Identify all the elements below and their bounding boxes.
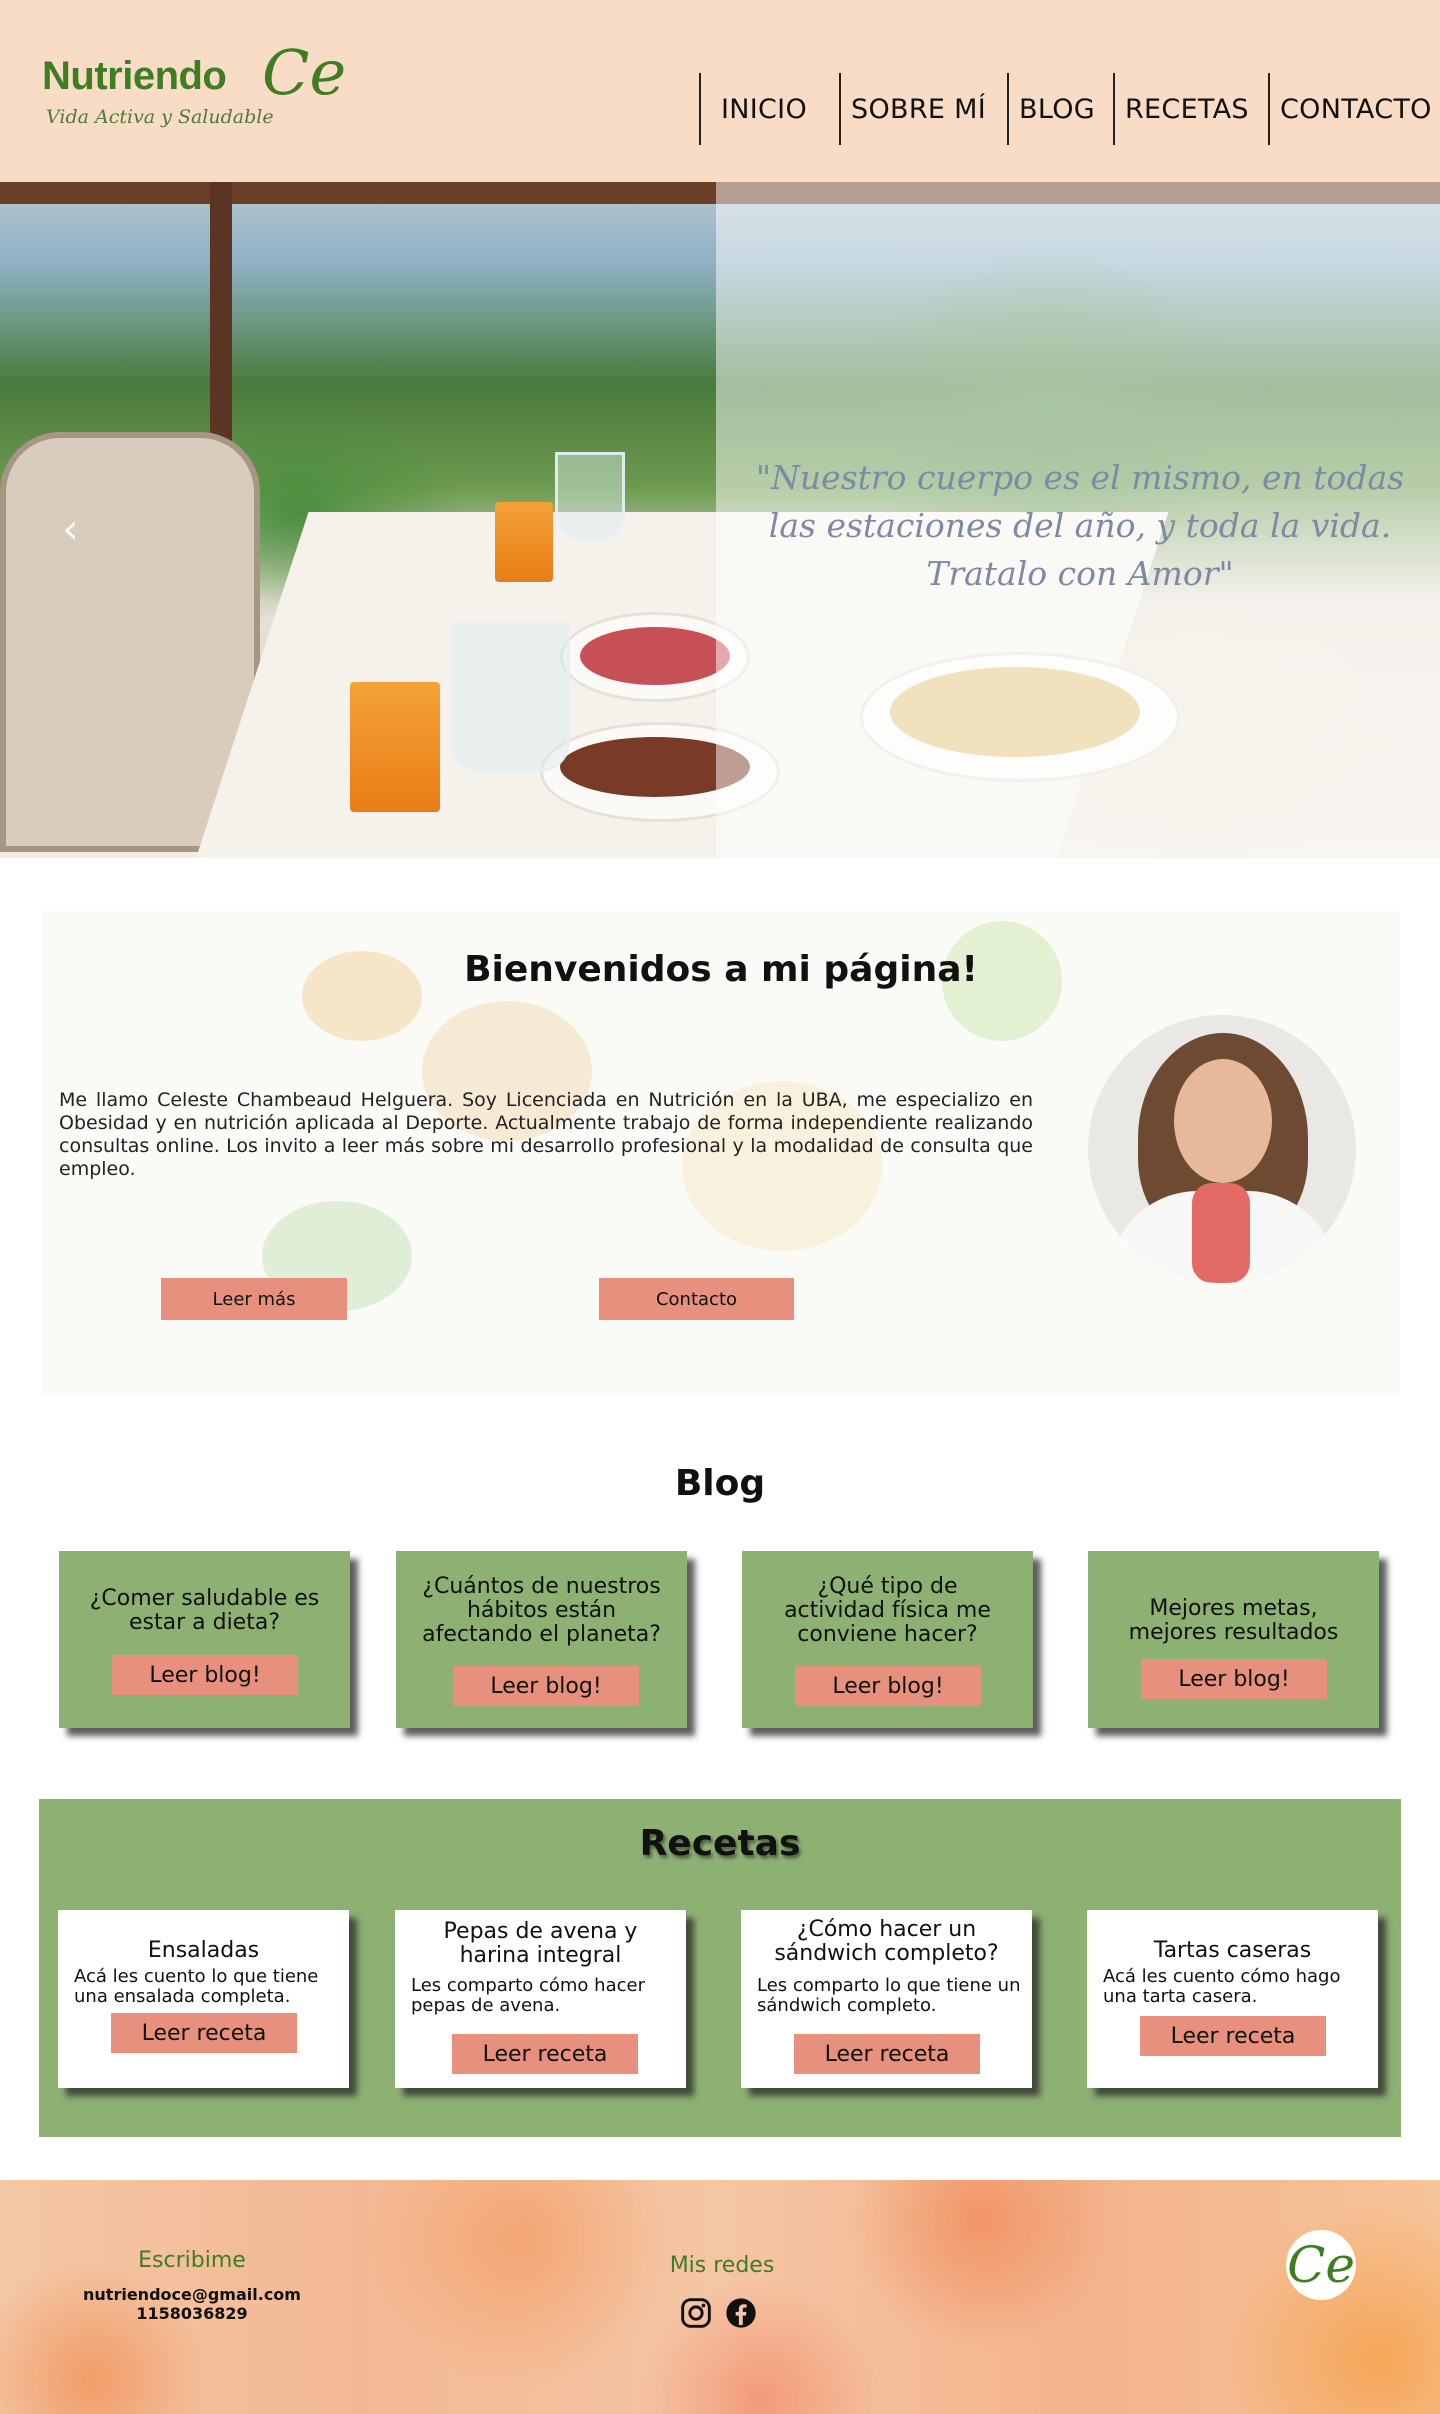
read-blog-button[interactable]: Leer blog! [1141,1659,1327,1699]
blog-card-title: ¿Qué tipo de actividad física me convien… [784,1574,991,1647]
site-footer: Escribime nutriendoce@gmail.com 11580368… [0,2180,1440,2414]
site-header: Nutriendo Ce Vida Activa y Saludable INI… [0,0,1440,182]
hero-carousel: ‹ "Nuestro cuerpo es el mismo, en todas … [0,182,1440,858]
nav-sobre-mi-label: SOBRE MÍ [851,93,986,125]
water-glass-shape-2 [555,452,625,542]
chevron-left-icon[interactable]: ‹ [62,504,79,553]
recipe-card: Ensaladas Acá les cuento lo que tiene un… [58,1910,349,2088]
recipes-title: Recetas [639,1823,801,1864]
read-recipe-button[interactable]: Leer receta [1140,2016,1326,2056]
nav-inicio-label: INICIO [721,93,807,125]
nav-recetas[interactable]: RECETAS [1113,73,1268,145]
recipe-card-title: ¿Cómo hacer un sándwich completo? [774,1917,999,1966]
blog-card: Mejores metas, mejores resultados Leer b… [1088,1551,1379,1728]
recipe-card: Pepas de avena y harina integral Les com… [395,1910,686,2088]
blog-card-title: Mejores metas, mejores resultados [1128,1596,1339,1645]
recipe-card-desc: Acá les cuento cómo hago una tarta caser… [1103,1966,1341,2007]
nav-contacto[interactable]: CONTACTO [1268,73,1440,145]
logo-name: Nutriendo [42,54,227,98]
read-blog-button[interactable]: Leer blog! [112,1655,298,1695]
recipe-card-title: Ensaladas [147,1938,260,1963]
salami-shape [580,627,730,685]
nav-blog-label: BLOG [1019,93,1095,125]
read-recipe-button[interactable]: Leer receta [452,2034,638,2074]
hero-quote: "Nuestro cuerpo es el mismo, en todas la… [755,458,1405,593]
read-more-button[interactable]: Leer más [161,1278,347,1320]
main-nav: INICIO SOBRE MÍ BLOG RECETAS CONTACTO [699,73,1440,145]
water-glass-shape [450,622,570,772]
recipe-card-desc: Les comparto lo que tiene un sándwich co… [757,1975,1021,2016]
blog-card-title: ¿Comer saludable es estar a dieta? [89,1586,320,1635]
footer-phone: 1158036829 [136,2304,248,2323]
social-heading: Mis redes [669,2253,775,2278]
nav-contacto-label: CONTACTO [1280,93,1432,125]
site-logo[interactable]: Nutriendo Ce Vida Activa y Saludable [42,36,362,136]
recipe-card-desc: Les comparto cómo hacer pepas de avena. [411,1975,645,2016]
recipe-card-title: Tartas caseras [1153,1938,1312,1963]
welcome-text: Me llamo Celeste Chambeaud Helguera. Soy… [59,1089,1033,1180]
nav-inicio[interactable]: INICIO [699,73,839,145]
welcome-title: Bienvenidos a mi página! [464,949,978,990]
read-recipe-button[interactable]: Leer receta [111,2013,297,2053]
recipe-card: Tartas caseras Acá les cuento cómo hago … [1087,1910,1378,2088]
recipes-section: Recetas Ensaladas Acá les cuento lo que … [39,1799,1401,2137]
avatar-face [1174,1059,1272,1183]
nav-sobre-mi[interactable]: SOBRE MÍ [839,73,1007,145]
juice-glass-shape [350,682,440,812]
logo-tagline: Vida Activa y Saludable [46,106,274,128]
juice-glass-shape-2 [495,502,553,582]
write-heading: Escribime [138,2248,246,2273]
avatar-scarf [1192,1183,1250,1283]
recipe-card-desc: Acá les cuento lo que tiene una ensalada… [74,1966,319,2007]
footer-email[interactable]: nutriendoce@gmail.com [72,2285,312,2304]
recipe-card: ¿Cómo hacer un sándwich completo? Les co… [741,1910,1032,2088]
recipe-card-title: Pepas de avena y harina integral [443,1919,638,1968]
read-blog-button[interactable]: Leer blog! [453,1666,639,1706]
nav-blog[interactable]: BLOG [1007,73,1113,145]
facebook-icon[interactable] [725,2297,757,2329]
blog-card: ¿Comer saludable es estar a dieta? Leer … [59,1551,350,1728]
avatar [1088,1015,1356,1283]
blog-card-title: ¿Cuántos de nuestros hábitos están afect… [422,1574,661,1647]
footer-logo[interactable]: Ce [1286,2230,1356,2300]
blog-card: ¿Cuántos de nuestros hábitos están afect… [396,1551,687,1728]
nav-recetas-label: RECETAS [1125,93,1249,125]
instagram-icon[interactable] [680,2297,712,2329]
read-blog-button[interactable]: Leer blog! [795,1666,981,1706]
contact-button[interactable]: Contacto [599,1278,794,1320]
read-recipe-button[interactable]: Leer receta [794,2034,980,2074]
blog-card: ¿Qué tipo de actividad física me convien… [742,1551,1033,1728]
welcome-section: Bienvenidos a mi página! Me llamo Celest… [42,911,1400,1396]
logo-ce: Ce [262,36,347,109]
blog-title: Blog [674,1463,766,1504]
